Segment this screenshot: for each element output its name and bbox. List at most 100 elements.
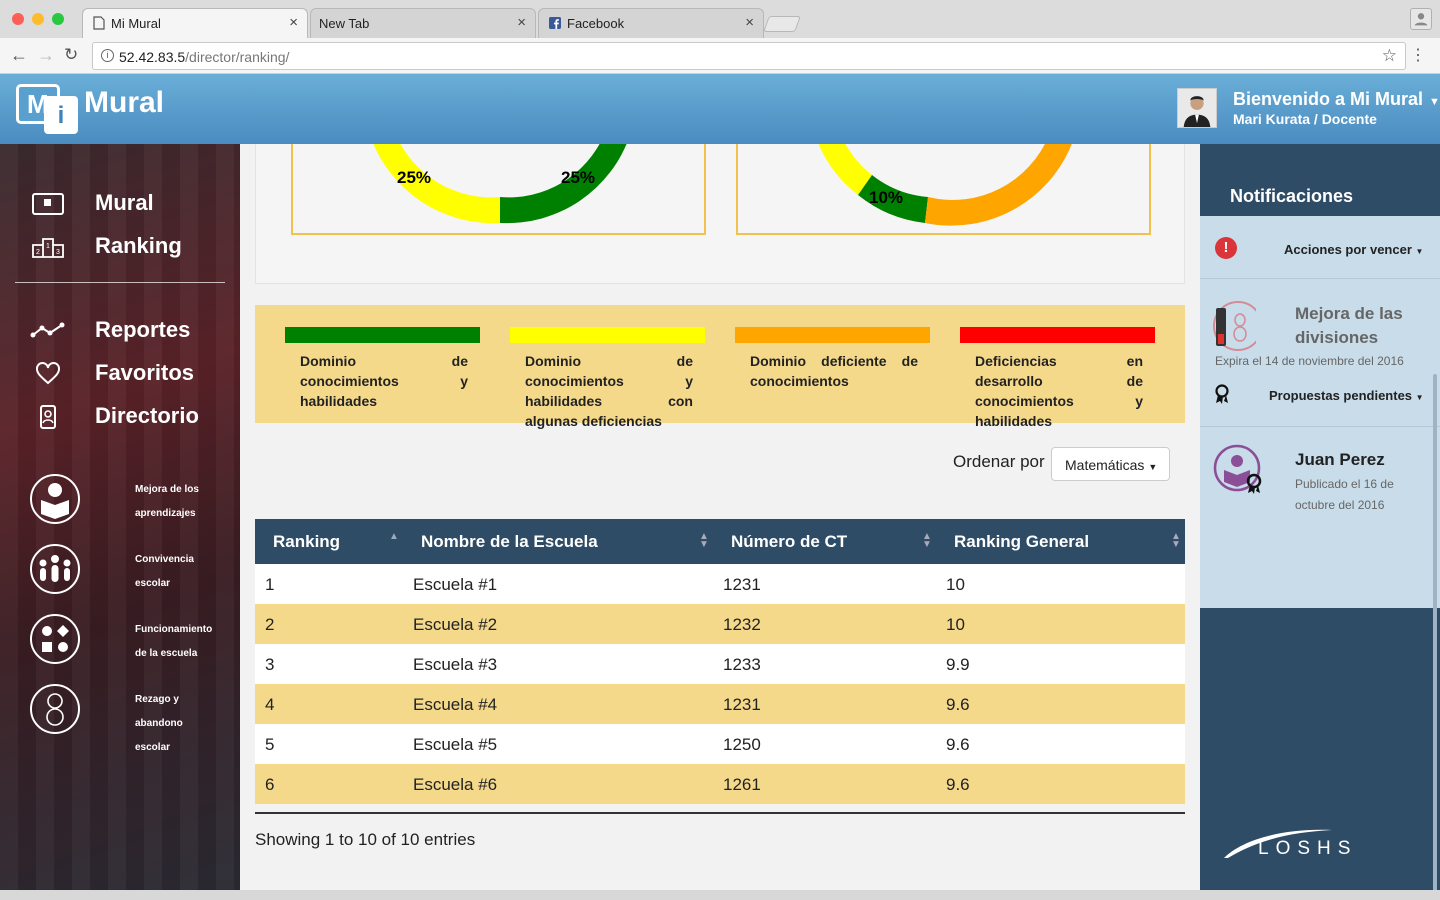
cell-ranking: 4 xyxy=(265,695,275,714)
category-convivencia-escolar[interactable]: Convivencia escolar xyxy=(30,544,230,598)
document-icon xyxy=(93,16,105,30)
column-header-numero-ct[interactable]: Número de CT xyxy=(731,532,847,552)
sort-both-icon[interactable]: ▲ ▼ xyxy=(1171,532,1181,550)
close-tab-icon[interactable]: × xyxy=(745,14,754,31)
legend-line: Dominio de xyxy=(300,353,468,369)
legend-line: habilidades xyxy=(300,393,378,409)
category-funcionamiento-escuela[interactable]: Funcionamiento de la escuela xyxy=(30,614,230,668)
cell-ranking-general: 9.6 xyxy=(946,695,970,714)
tab-new-tab[interactable]: New Tab × xyxy=(310,8,536,38)
site-info-icon[interactable]: i xyxy=(101,49,114,62)
caret-down-icon: ▼ xyxy=(1415,393,1424,402)
table-header: Ranking ▲ Nombre de la Escuela ▲ ▼ Número… xyxy=(255,519,1185,564)
svg-text:1: 1 xyxy=(46,243,50,250)
legend-text: Dominio deficiente de conocimientos xyxy=(750,351,918,391)
welcome-text: Bienvenido a Mi Mural xyxy=(1233,89,1424,109)
table-row[interactable]: 2 Escuela #2 1232 10 xyxy=(255,604,1185,644)
category-label-line: Mejora de los xyxy=(135,484,199,495)
cell-ranking-general: 9.6 xyxy=(946,735,970,754)
legend-swatch-red xyxy=(960,327,1155,343)
forward-arrow-icon[interactable]: → xyxy=(37,45,55,66)
cell-nombre: Escuela #5 xyxy=(413,735,498,754)
sort-both-icon[interactable]: ▲ ▼ xyxy=(699,532,709,550)
goal-expiration: Expira el 14 de noviembre del 2016 xyxy=(1215,354,1404,368)
close-tab-icon[interactable]: × xyxy=(289,14,298,31)
legend-line: Deficiencias en xyxy=(975,353,1143,369)
window-bottom-strip xyxy=(0,890,1440,900)
gauge-card: 25% 25% 10% xyxy=(255,144,1185,284)
category-mejora-aprendizajes[interactable]: Mejora de los aprendizajes xyxy=(30,474,230,528)
notifications-scrollbar[interactable] xyxy=(1433,374,1437,894)
acciones-dropdown[interactable]: Acciones por vencer ▼ xyxy=(1284,242,1423,257)
tab-title: New Tab xyxy=(319,16,370,31)
browser-profile-icon[interactable] xyxy=(1410,8,1432,30)
cell-nombre: Escuela #3 xyxy=(413,655,498,674)
reload-icon[interactable]: ↻ xyxy=(64,45,78,65)
legend-line: habilidades con xyxy=(525,393,693,409)
caret-down-icon: ▼ xyxy=(1148,462,1158,472)
category-rezago-abandono[interactable]: Rezago y abandono escolar xyxy=(30,684,230,753)
propuestas-dropdown[interactable]: Propuestas pendientes ▼ xyxy=(1269,388,1424,403)
cell-ranking-general: 9.6 xyxy=(946,775,970,794)
column-header-ranking-general[interactable]: Ranking General xyxy=(954,532,1089,552)
browser-menu-icon[interactable]: ⋮ xyxy=(1410,45,1426,65)
main-content: 25% 25% 10% Dominio de conocimientos y hab… xyxy=(240,144,1200,890)
legend-panel: Dominio de conocimientos y habilidades Dom… xyxy=(255,305,1185,429)
mi-mural-logo[interactable]: M i xyxy=(16,82,78,134)
category-label-line: escolar xyxy=(135,578,171,589)
bookmark-star-icon[interactable]: ☆ xyxy=(1382,46,1397,66)
legend-item-deficiente: Dominio deficiente de conocimientos xyxy=(735,327,930,391)
person-name[interactable]: Juan Perez xyxy=(1295,450,1385,470)
tab-title: Mi Mural xyxy=(111,16,161,31)
sort-asc-icon[interactable]: ▲ xyxy=(389,532,399,542)
new-tab-button[interactable] xyxy=(763,16,801,32)
avatar[interactable] xyxy=(1177,88,1217,128)
cell-nombre: Escuela #6 xyxy=(413,775,498,794)
reading-person-icon xyxy=(30,474,80,524)
sort-both-icon[interactable]: ▲ ▼ xyxy=(922,532,932,550)
table-row[interactable]: 1 Escuela #1 1231 10 xyxy=(255,564,1185,604)
cell-numero-ct: 1231 xyxy=(723,695,761,714)
back-arrow-icon[interactable]: ← xyxy=(10,45,28,66)
order-by-dropdown[interactable]: Matemáticas ▼ xyxy=(1051,447,1170,481)
order-by-label: Ordenar por xyxy=(953,452,1045,471)
close-tab-icon[interactable]: × xyxy=(517,14,526,31)
legend-line: desarrollo de xyxy=(975,373,1143,389)
zoom-window-button[interactable] xyxy=(52,13,64,25)
category-label: Convivencia escolar xyxy=(135,548,230,596)
welcome-dropdown[interactable]: Bienvenido a Mi Mural ▼ xyxy=(1233,89,1440,110)
tab-facebook[interactable]: Facebook × xyxy=(538,8,764,38)
gauge-segment-orange xyxy=(925,144,1072,226)
address-bar[interactable]: i 52.42.83.5/director/ranking/ ☆ xyxy=(92,42,1406,70)
tab-mi-mural[interactable]: Mi Mural × xyxy=(82,8,308,38)
shapes-icon xyxy=(30,614,80,664)
close-window-button[interactable] xyxy=(12,13,24,25)
minimize-window-button[interactable] xyxy=(32,13,44,25)
category-label-line: aprendizajes xyxy=(135,508,196,519)
cell-ranking: 2 xyxy=(265,615,275,634)
table-row[interactable]: 3 Escuela #3 1233 9.9 xyxy=(255,644,1185,684)
sidebar: Mural 213 Ranking Reportes Favoritos Dir… xyxy=(0,144,240,890)
losh-logo: LOSHS xyxy=(1258,838,1358,859)
category-label-line: escolar xyxy=(135,742,171,753)
order-by-value: Matemáticas xyxy=(1065,457,1145,473)
column-header-nombre[interactable]: Nombre de la Escuela xyxy=(421,532,598,552)
figure-eight-icon xyxy=(30,684,80,734)
goal-title[interactable]: Mejora de las divisiones xyxy=(1295,302,1435,350)
divider xyxy=(1200,278,1440,279)
category-label-line: Convivencia xyxy=(135,554,194,565)
legend-item-dominio-deficiencias: Dominio de conocimientos y habilidades con… xyxy=(510,327,705,431)
divider xyxy=(1200,426,1440,427)
table-row[interactable]: 6 Escuela #6 1261 9.6 xyxy=(255,764,1185,804)
table-row[interactable]: 4 Escuela #4 1231 9.6 xyxy=(255,684,1185,724)
person-published: Publicado el 16 de octubre del 2016 xyxy=(1295,477,1394,512)
sidebar-item-label: Mural xyxy=(95,190,154,215)
facebook-icon xyxy=(549,17,561,29)
cell-nombre: Escuela #2 xyxy=(413,615,498,634)
column-header-ranking[interactable]: Ranking xyxy=(273,532,340,552)
cell-ranking-general: 10 xyxy=(946,575,965,594)
cell-numero-ct: 1250 xyxy=(723,735,761,754)
gauge-label: 10% xyxy=(869,188,903,207)
table-row[interactable]: 5 Escuela #5 1250 9.6 xyxy=(255,724,1185,764)
legend-text: Deficiencias en desarrollo de conocimiento… xyxy=(975,351,1143,431)
